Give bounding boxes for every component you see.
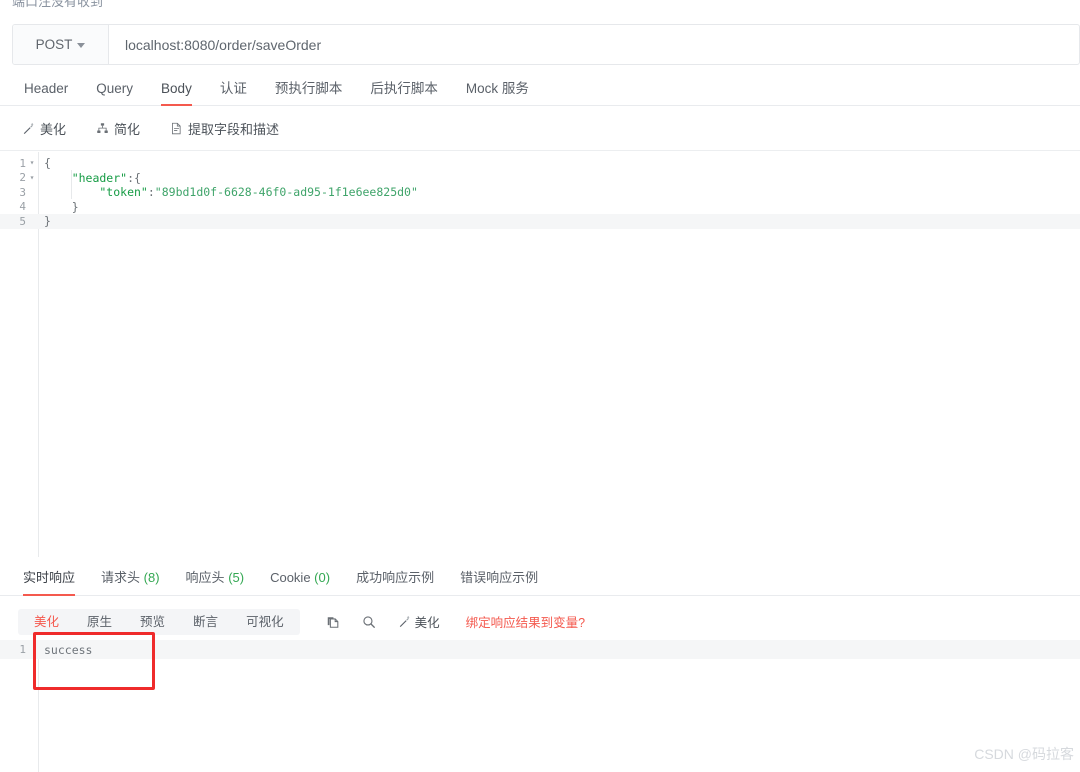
fold-toggle-icon[interactable]: ▾ xyxy=(26,159,38,167)
body-toolbar: 美化 简化 提取字段和描述 xyxy=(0,107,1080,151)
view-mode-preview[interactable]: 预览 xyxy=(126,609,179,635)
tab-pre-script[interactable]: 预执行脚本 xyxy=(261,81,357,106)
code-token: } xyxy=(44,199,79,214)
response-code-line: 1 success xyxy=(0,640,1080,659)
magic-wand-icon xyxy=(398,615,411,628)
resp-tab-count: (5) xyxy=(228,570,245,585)
resp-tab-cookie[interactable]: Cookie (0) xyxy=(257,571,343,595)
extract-fields-icon xyxy=(170,122,183,135)
line-number: 5 xyxy=(19,214,26,228)
beautify-button-label: 美化 xyxy=(40,122,67,137)
http-method-select[interactable]: POST xyxy=(13,25,109,64)
tab-body[interactable]: Body xyxy=(147,81,206,106)
response-body-text: success xyxy=(44,642,93,657)
line-number: 2 xyxy=(19,171,26,185)
code-token: } xyxy=(44,214,51,229)
response-view-mode-group: 美化 原生 预览 断言 可视化 xyxy=(18,608,300,635)
copy-icon[interactable] xyxy=(326,615,340,629)
response-tab-bar: 实时响应 请求头 (8) 响应头 (5) Cookie (0) 成功响应示例 错… xyxy=(0,558,1080,596)
code-token: "89bd1d0f-6628-46f0-ad95-1f1e6ee825d0" xyxy=(154,185,418,200)
request-tab-bar: Header Query Body 认证 预执行脚本 后执行脚本 Mock 服务 xyxy=(0,70,1080,106)
resp-tab-realtime[interactable]: 实时响应 xyxy=(10,570,88,596)
line-number: 1 xyxy=(19,156,26,170)
response-gutter-divider xyxy=(38,640,39,772)
resp-tab-label: 错误响应示例 xyxy=(460,570,539,585)
simplify-button-label: 简化 xyxy=(114,122,141,137)
request-url-bar: POST xyxy=(12,24,1080,65)
resp-tab-count: (0) xyxy=(314,570,331,585)
code-line: 4 } xyxy=(0,200,1080,215)
response-beautify-button[interactable]: 美化 xyxy=(398,612,440,631)
clipped-header-row: 端口注没有收到 xyxy=(0,0,1080,11)
request-body-editor[interactable]: 1 ▾ { 2 ▾ "header":{ 3 "token":"89bd1d0f… xyxy=(0,152,1080,557)
search-icon[interactable] xyxy=(362,615,376,629)
resp-tab-label: 实时响应 xyxy=(23,570,76,585)
tab-header[interactable]: Header xyxy=(10,81,82,106)
tab-post-script[interactable]: 后执行脚本 xyxy=(356,81,452,106)
indent-guide xyxy=(71,170,72,199)
tab-auth[interactable]: 认证 xyxy=(206,81,261,106)
resp-tab-error-example[interactable]: 错误响应示例 xyxy=(447,571,551,595)
chevron-down-icon xyxy=(77,43,86,48)
line-number: 1 xyxy=(19,643,26,656)
code-token: : xyxy=(147,185,155,200)
resp-tab-request-headers[interactable]: 请求头 (8) xyxy=(88,571,173,595)
response-beautify-label: 美化 xyxy=(414,616,440,630)
view-mode-raw[interactable]: 原生 xyxy=(73,609,126,635)
magic-wand-icon xyxy=(22,122,35,135)
request-url-input[interactable] xyxy=(109,25,1079,64)
resp-tab-response-headers[interactable]: 响应头 (5) xyxy=(173,571,258,595)
view-mode-beautify[interactable]: 美化 xyxy=(20,609,73,635)
editor-code-area[interactable]: 1 ▾ { 2 ▾ "header":{ 3 "token":"89bd1d0f… xyxy=(0,152,1080,229)
tab-query[interactable]: Query xyxy=(82,81,147,106)
code-token: "header" xyxy=(44,170,128,185)
simplify-button[interactable]: 简化 xyxy=(96,119,140,138)
beautify-button[interactable]: 美化 xyxy=(22,119,66,138)
code-token: :{ xyxy=(127,170,141,185)
extract-fields-button-label: 提取字段和描述 xyxy=(188,122,280,137)
resp-tab-label: Cookie xyxy=(270,570,311,585)
response-icon-group: 美化 xyxy=(326,612,440,631)
resp-tab-count: (8) xyxy=(143,570,160,585)
view-mode-visualize[interactable]: 可视化 xyxy=(232,609,298,635)
view-mode-assertion[interactable]: 断言 xyxy=(179,609,232,635)
extract-fields-button[interactable]: 提取字段和描述 xyxy=(170,119,279,138)
code-token: "token" xyxy=(44,185,148,200)
code-line: 1 ▾ { xyxy=(0,156,1080,171)
simplify-icon xyxy=(96,122,109,135)
watermark: CSDN @码拉客 xyxy=(974,746,1074,762)
line-number: 4 xyxy=(19,200,26,214)
code-line: 2 ▾ "header":{ xyxy=(0,171,1080,186)
resp-tab-label: 请求头 xyxy=(101,570,141,585)
resp-tab-success-example[interactable]: 成功响应示例 xyxy=(343,571,447,595)
code-token: { xyxy=(44,156,51,171)
resp-tab-label: 响应头 xyxy=(185,570,225,585)
fold-toggle-icon[interactable]: ▾ xyxy=(26,173,38,182)
response-toolbar: 美化 原生 预览 断言 可视化 美化 绑定响应结果到变量? xyxy=(0,605,1080,638)
http-method-label: POST xyxy=(35,37,73,52)
response-body-editor[interactable]: 1 success xyxy=(0,640,1080,772)
resp-tab-label: 成功响应示例 xyxy=(356,570,435,585)
tab-mock-service[interactable]: Mock 服务 xyxy=(452,81,543,106)
clipped-header-text: 端口注没有收到 xyxy=(12,0,104,9)
line-number: 3 xyxy=(19,185,26,199)
bind-response-to-variable-link[interactable]: 绑定响应结果到变量? xyxy=(466,612,585,631)
code-line: 3 "token":"89bd1d0f-6628-46f0-ad95-1f1e6… xyxy=(0,185,1080,200)
code-line-active: 5 } xyxy=(0,214,1080,229)
